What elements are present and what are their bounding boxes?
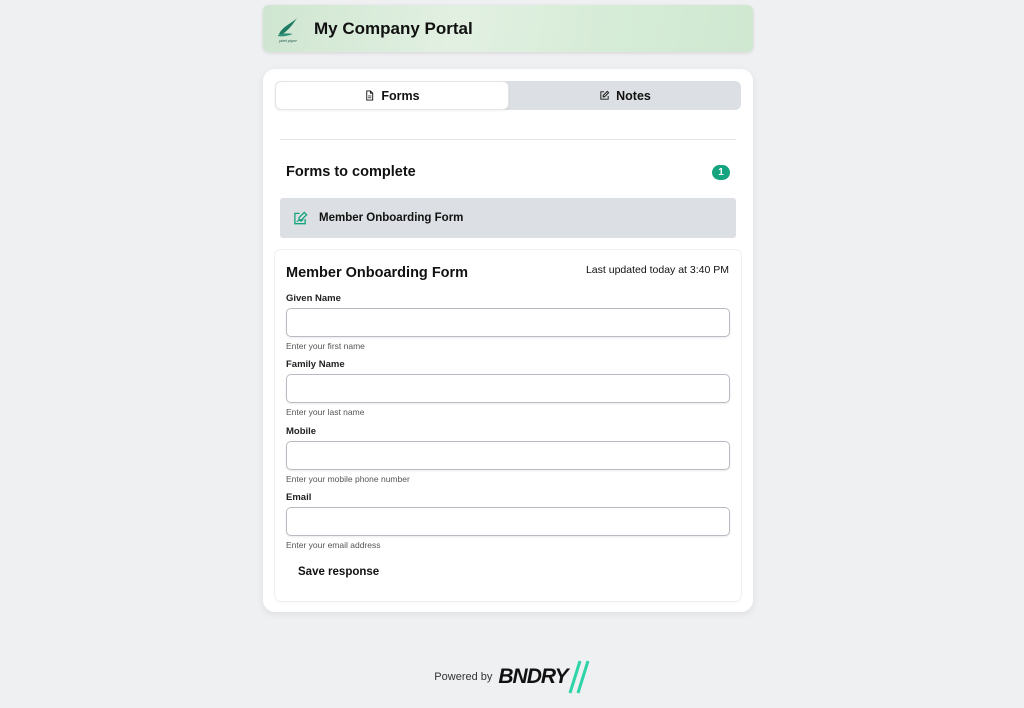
section-title: Forms to complete xyxy=(286,164,416,180)
company-logo: pied piper xyxy=(273,14,303,44)
mobile-field-group: Mobile Enter your mobile phone number xyxy=(286,426,730,484)
family-name-label: Family Name xyxy=(286,359,345,370)
mobile-help: Enter your mobile phone number xyxy=(286,474,410,484)
save-response-button[interactable]: Save response xyxy=(298,566,379,578)
tab-forms[interactable]: Forms xyxy=(275,81,509,110)
portal-header: pied piper My Company Portal xyxy=(263,5,753,52)
divider xyxy=(280,139,736,140)
svg-text:pied piper: pied piper xyxy=(278,38,297,43)
edit-icon xyxy=(600,90,610,100)
powered-by-text: Powered by xyxy=(434,671,493,683)
bndry-logo[interactable]: BNDRY xyxy=(498,659,590,695)
form-title: Member Onboarding Form xyxy=(286,265,469,281)
form-list-item[interactable]: Member Onboarding Form xyxy=(280,198,736,238)
mobile-label: Mobile xyxy=(286,426,317,437)
tab-notes-label: Notes xyxy=(616,88,651,103)
bndry-logo-text: BNDRY xyxy=(498,665,568,688)
last-updated-text: Last updated today at 3:40 PM xyxy=(585,264,729,276)
mobile-input[interactable] xyxy=(286,441,730,470)
form-list-item-label: Member Onboarding Form xyxy=(319,212,464,224)
given-name-help: Enter your first name xyxy=(286,341,365,351)
tab-bar: Forms Notes xyxy=(275,81,741,110)
given-name-field-group: Given Name Enter your first name xyxy=(286,293,730,351)
given-name-label: Given Name xyxy=(286,293,341,304)
portal-title: My Company Portal xyxy=(314,18,473,38)
tab-forms-label: Forms xyxy=(381,88,420,103)
given-name-input[interactable] xyxy=(286,308,730,337)
tab-notes[interactable]: Notes xyxy=(509,81,741,110)
count-badge: 1 xyxy=(712,165,730,180)
email-field-group: Email Enter your email address xyxy=(286,492,730,550)
email-label: Email xyxy=(286,492,312,503)
footer: Powered by BNDRY xyxy=(0,659,1024,695)
family-name-help: Enter your last name xyxy=(286,407,365,417)
form-panel: Member Onboarding Form Last updated toda… xyxy=(275,250,741,601)
main-card: Forms Notes Forms to complete 1 Member O… xyxy=(263,69,753,612)
family-name-input[interactable] xyxy=(286,374,730,403)
family-name-field-group: Family Name Enter your last name xyxy=(286,359,730,417)
file-icon xyxy=(366,90,374,101)
email-help: Enter your email address xyxy=(286,540,381,550)
email-input[interactable] xyxy=(286,507,730,536)
form-edit-icon xyxy=(294,210,308,224)
bndry-stripes-icon xyxy=(568,660,590,694)
